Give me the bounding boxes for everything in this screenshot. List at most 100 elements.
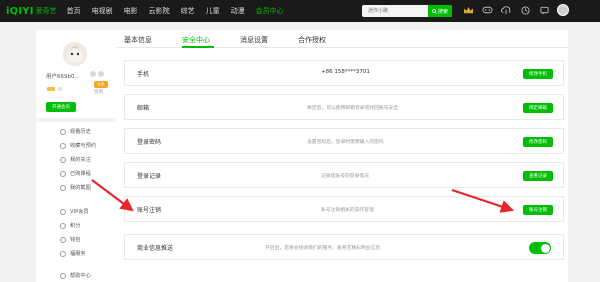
vip-level-icon xyxy=(47,87,55,91)
nav-variety[interactable]: 综艺 xyxy=(181,6,195,16)
tab-authorization[interactable]: 合作授权 xyxy=(298,35,326,45)
sidebar-item-label: 我的关注 xyxy=(70,157,91,163)
image-icon xyxy=(60,184,66,191)
row-email: 邮箱 绑定后，可以使用邮箱登录或找回账号安全 绑定邮箱 xyxy=(124,94,564,120)
main-nav: 首页 电视剧 电影 云影院 综艺 儿童 动漫 会员中心 xyxy=(67,6,295,16)
search-icon xyxy=(432,8,437,14)
sidebar-item-label: 观看历史 xyxy=(70,129,91,135)
history-icon[interactable] xyxy=(519,4,531,16)
sidebar-item-label: VIP会员 xyxy=(70,209,89,215)
sidebar-item-wallet[interactable]: 钱包 xyxy=(60,236,80,243)
sidebar-item-help[interactable]: 帮助中心 xyxy=(60,272,91,279)
sidebar-item-vip[interactable]: VIP会员 xyxy=(60,208,89,215)
upload-icon[interactable] xyxy=(500,4,512,16)
sidebar-item-label: 福服务 xyxy=(70,251,86,257)
sidebar-item-label: 已购课程 xyxy=(70,171,91,177)
row-description: 开启后，您将会接收我们的服务、爱奇艺精彩商业信息 xyxy=(265,246,381,251)
sidebar-item-label: 积分 xyxy=(70,223,81,229)
main-panel: 基本信息 安全中心 消息设置 合作授权 手机 +86 158****3701 修… xyxy=(116,30,568,282)
user-avatar[interactable] xyxy=(557,4,569,16)
open-vip-button[interactable]: 开通会员 xyxy=(46,102,76,112)
sidebar-item-label: 我的截图 xyxy=(70,185,91,191)
avatar-image xyxy=(63,42,87,66)
profile-badges xyxy=(90,71,104,77)
nav-vip-center[interactable]: 会员中心 xyxy=(256,6,284,16)
row-label: 账号注销 xyxy=(137,207,162,214)
tab-basic-info[interactable]: 基本信息 xyxy=(124,35,152,45)
nav-cloud-cinema[interactable]: 云影院 xyxy=(149,6,170,16)
crown-icon[interactable] xyxy=(462,4,474,16)
row-description: 绑定后，可以使用邮箱登录或找回账号安全 xyxy=(307,106,399,111)
heart-icon xyxy=(60,156,66,163)
tab-security-center[interactable]: 安全中心 xyxy=(182,35,210,45)
logo-text: iQIYI xyxy=(6,5,34,17)
row-password: 登录密码 设置密码后，登录时需要输入的密码 修改密码 xyxy=(124,128,564,154)
toggle-knob xyxy=(540,243,550,253)
star-badge-icon xyxy=(58,87,62,91)
search-input[interactable] xyxy=(368,5,428,17)
search-box: 搜索 xyxy=(362,5,452,17)
iqiyi-logo[interactable]: iQIYI 爱奇艺 xyxy=(6,0,57,22)
phone-value: +86 158****3701 xyxy=(321,69,370,75)
vip-icon xyxy=(60,208,66,215)
cart-icon xyxy=(60,170,66,177)
marketing-push-toggle[interactable] xyxy=(529,242,551,254)
change-phone-button[interactable]: 修改手机 xyxy=(523,69,553,79)
sidebar-item-history[interactable]: 观看历史 xyxy=(60,128,91,135)
active-tab-indicator xyxy=(182,46,214,48)
profile-name: 用户669b0... xyxy=(46,74,80,80)
row-description: 账号注销相关的操作管理 xyxy=(321,208,374,213)
nav-movie[interactable]: 电影 xyxy=(124,6,138,16)
row-description: 设置密码后，登录时需要输入的密码 xyxy=(307,140,384,145)
tab-message-settings[interactable]: 消息设置 xyxy=(240,35,268,45)
row-description: 记录您账号的登录情况 xyxy=(321,174,369,179)
gift-badge-icon xyxy=(98,71,104,77)
row-label: 商业信息推送 xyxy=(137,245,174,252)
row-label: 邮箱 xyxy=(137,105,150,112)
help-icon xyxy=(60,272,66,279)
star-icon xyxy=(60,142,66,149)
vip-tag: VIP xyxy=(94,81,108,88)
logo-cn: 爱奇艺 xyxy=(35,7,57,15)
bind-email-button[interactable]: 绑定邮箱 xyxy=(523,103,553,113)
nav-kids[interactable]: 儿童 xyxy=(206,6,220,16)
sidebar-item-points[interactable]: 积分 xyxy=(60,222,80,229)
clock-icon xyxy=(60,128,66,135)
sidebar-item-label: 钱包 xyxy=(70,237,81,243)
gift-icon xyxy=(60,250,66,257)
top-icons xyxy=(462,4,569,16)
coin-icon xyxy=(60,222,66,229)
top-navigation-bar: iQIYI 爱奇艺 首页 电视剧 电影 云影院 综艺 儿童 动漫 会员中心 搜索 xyxy=(0,0,600,22)
sidebar-item-service[interactable]: 福服务 xyxy=(60,250,86,257)
settings-tabs: 基本信息 安全中心 消息设置 合作授权 xyxy=(116,30,568,48)
gamepad-icon[interactable] xyxy=(481,4,493,16)
change-password-button[interactable]: 修改密码 xyxy=(523,137,553,147)
message-icon[interactable] xyxy=(538,4,550,16)
sidebar-item-label: 收藏与预约 xyxy=(70,143,96,149)
sidebar-item-screenshots[interactable]: 我的截图 xyxy=(60,184,91,191)
view-records-button[interactable]: 查看记录 xyxy=(523,171,553,181)
sidebar-item-courses[interactable]: 已购课程 xyxy=(60,170,91,177)
sign-in-link[interactable]: 签到 xyxy=(94,89,103,95)
profile-avatar[interactable] xyxy=(63,42,87,66)
profile-card: 用户669b0... VIP 签到 开通会员 xyxy=(36,30,116,118)
sidebar-item-label: 帮助中心 xyxy=(70,273,91,279)
row-phone: 手机 +86 158****3701 修改手机 xyxy=(124,60,564,86)
row-marketing-push: 商业信息推送 开启后，您将会接收我们的服务、爱奇艺精彩商业信息 xyxy=(124,234,564,260)
account-deletion-button[interactable]: 账号注销 xyxy=(523,205,553,215)
row-account-deletion: 账号注销 账号注销相关的操作管理 账号注销 xyxy=(124,196,564,222)
row-label: 登录密码 xyxy=(137,139,162,146)
nav-home[interactable]: 首页 xyxy=(67,6,81,16)
nav-tv[interactable]: 电视剧 xyxy=(92,6,113,16)
app-window: iQIYI 爱奇艺 首页 电视剧 电影 云影院 综艺 儿童 动漫 会员中心 搜索 xyxy=(0,0,600,282)
wallet-icon xyxy=(60,236,66,243)
level-badge-icon xyxy=(90,71,96,77)
sidebar-menu: 观看历史 收藏与预约 我的关注 已购课程 我的截图 VIP会员 积分 钱包 福服… xyxy=(36,122,116,282)
sidebar-item-following[interactable]: 我的关注 xyxy=(60,156,91,163)
search-button[interactable]: 搜索 xyxy=(428,5,452,17)
nav-anime[interactable]: 动漫 xyxy=(231,6,245,16)
row-login-records: 登录记录 记录您账号的登录情况 查看记录 xyxy=(124,162,564,188)
row-label: 手机 xyxy=(137,71,150,78)
search-button-label: 搜索 xyxy=(437,8,448,15)
sidebar-item-favorites[interactable]: 收藏与预约 xyxy=(60,142,96,149)
